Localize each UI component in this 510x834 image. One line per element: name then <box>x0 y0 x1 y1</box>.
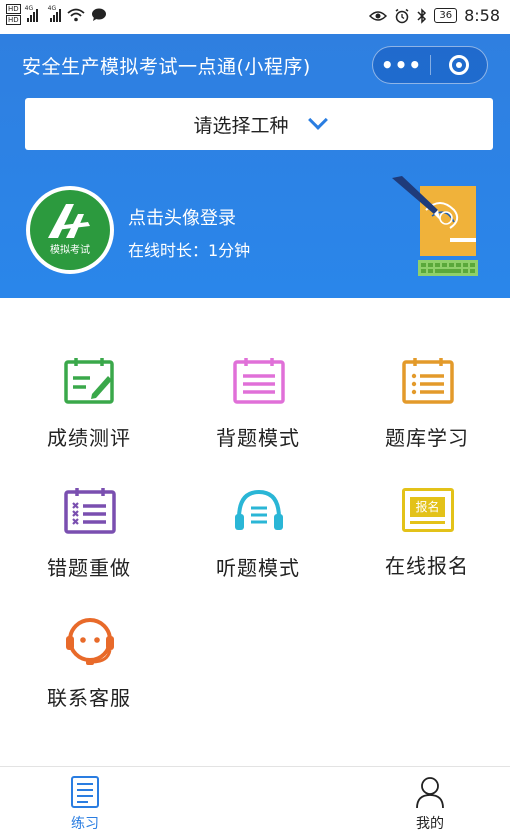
headphones-icon <box>235 489 283 530</box>
battery-indicator: 36 <box>434 8 458 23</box>
menu-item-label: 听题模式 <box>216 556 300 580</box>
status-bar: HD HD 4G 4G 36 8:58 <box>0 0 510 34</box>
header-banner: 安全生产模拟考试一点通(小程序) ••• 请选择工种 模拟考试 点击头像登录 在… <box>0 34 510 298</box>
hd-badge: HD <box>6 15 21 25</box>
status-right: 36 8:58 <box>369 6 500 25</box>
chevron-down-icon <box>307 110 328 130</box>
tab-bar: 练习 我的 <box>0 766 510 834</box>
practice-icon <box>71 776 99 808</box>
more-dots-icon[interactable]: ••• <box>373 47 430 83</box>
tab-label: 练习 <box>71 816 99 832</box>
app-title: 安全生产模拟考试一点通(小程序) <box>22 56 311 78</box>
signup-badge-tag: 报名 <box>410 497 445 517</box>
status-left: HD HD 4G 4G <box>6 4 107 25</box>
notebook-icon <box>233 358 285 404</box>
alarm-icon <box>395 8 409 23</box>
clock: 8:58 <box>464 6 500 25</box>
hd-badges: HD HD <box>6 4 21 25</box>
menu-item-label: 背题模式 <box>216 426 300 450</box>
avatar-logo: 模拟考试 <box>30 190 110 270</box>
bluetooth-icon <box>417 7 427 24</box>
menu-item-online-signup[interactable]: 报名 在线报名 <box>352 486 502 596</box>
score-edit-icon <box>64 358 114 404</box>
job-type-select-label: 请选择工种 <box>193 114 289 137</box>
tab-practice[interactable]: 练习 <box>45 773 125 833</box>
menu-item-redo-mistakes[interactable]: 错题重做 <box>14 486 164 596</box>
menu-item-label: 题库学习 <box>385 426 469 450</box>
menu-item-recite-mode[interactable]: 背题模式 <box>183 356 333 466</box>
mountain-logo-icon <box>48 204 90 238</box>
chat-bubble-icon <box>91 8 106 21</box>
wrong-list-icon <box>64 488 116 534</box>
user-icon <box>416 777 444 809</box>
job-type-select[interactable]: 请选择工种 <box>25 98 493 150</box>
menu-item-label: 成绩测评 <box>47 426 131 450</box>
avatar-text: 模拟考试 <box>50 245 90 256</box>
menu-item-question-bank[interactable]: 题库学习 <box>352 356 502 466</box>
eye-icon <box>369 10 388 21</box>
signal-icon: 4G <box>48 5 61 22</box>
question-bank-icon <box>402 358 454 404</box>
tab-label: 我的 <box>416 816 444 832</box>
menu-item-score-evaluation[interactable]: 成绩测评 <box>14 356 164 466</box>
menu-item-label: 联系客服 <box>47 686 131 710</box>
online-duration: 在线时长：1分钟 <box>128 241 251 260</box>
signup-badge-icon: 报名 <box>402 488 454 532</box>
avatar[interactable]: 模拟考试 <box>26 186 114 274</box>
menu-item-label: 错题重做 <box>47 556 131 580</box>
support-headset-icon <box>66 618 114 665</box>
target-icon[interactable] <box>431 55 487 75</box>
tab-mine[interactable]: 我的 <box>390 773 470 833</box>
menu-item-listen-mode[interactable]: 听题模式 <box>183 486 333 596</box>
mini-program-capsule: ••• <box>372 46 488 84</box>
hd-badge: HD <box>6 4 21 14</box>
signal-icon: 4G <box>25 5 38 22</box>
menu-item-label: 在线报名 <box>385 554 469 578</box>
wifi-icon <box>67 8 85 21</box>
exam-illustration-icon <box>392 176 478 276</box>
login-prompt[interactable]: 点击头像登录 <box>128 204 236 230</box>
menu-item-customer-service[interactable]: 联系客服 <box>14 616 164 726</box>
